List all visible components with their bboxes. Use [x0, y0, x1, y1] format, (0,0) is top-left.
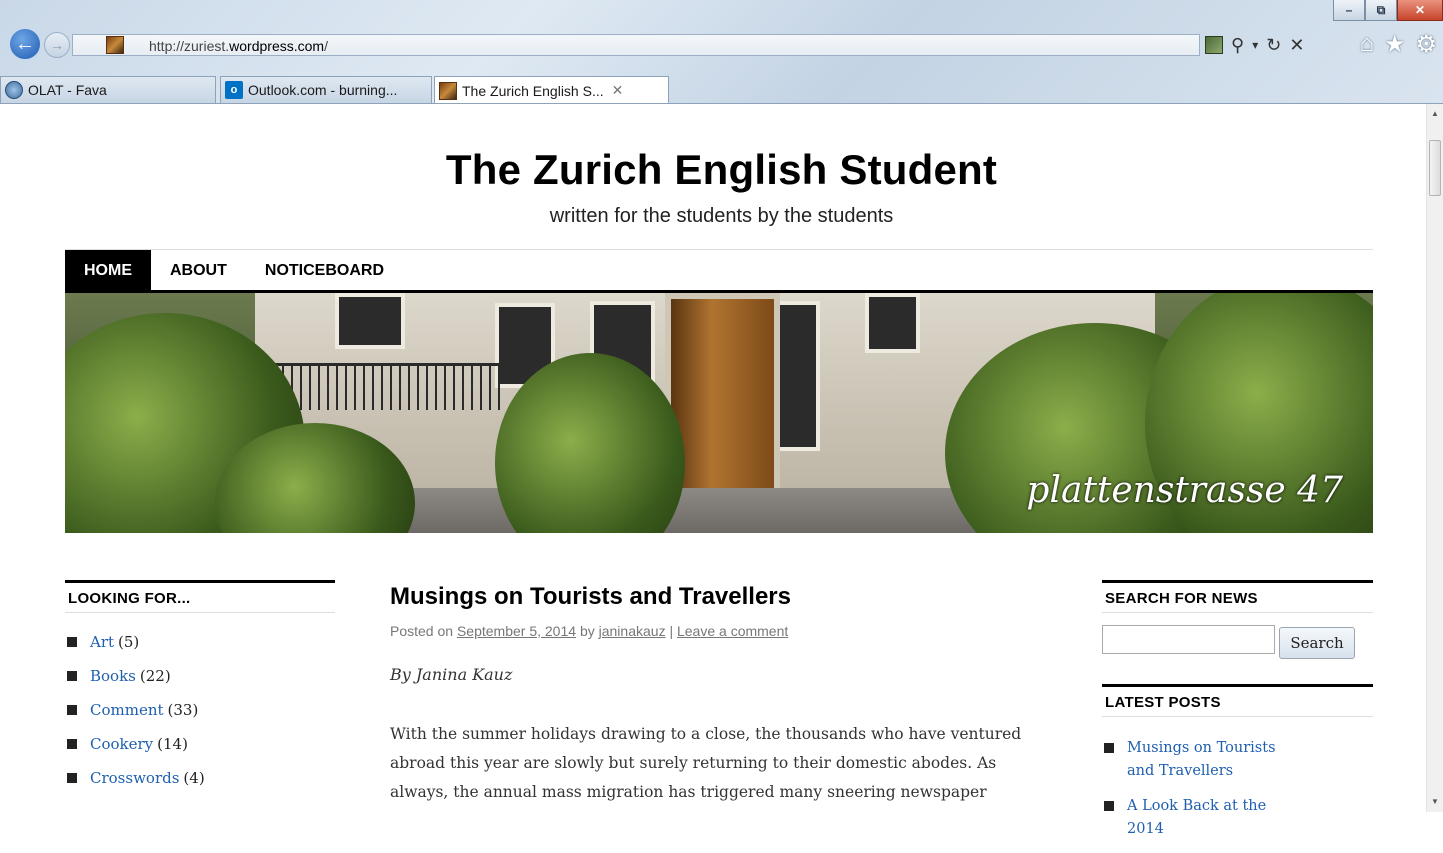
bullet-icon [67, 637, 77, 647]
favorites-star-icon[interactable]: ★ [1384, 30, 1406, 59]
latest-posts-widget-title: LATEST POSTS [1102, 684, 1373, 717]
post-body-line: With the summer holidays drawing to a cl… [390, 725, 1022, 743]
address-tools: ⚲ ▾ ↻ ✕ [1205, 34, 1331, 56]
minimize-button[interactable]: – [1333, 0, 1365, 21]
maximize-button[interactable]: ⧉ [1365, 0, 1397, 21]
compatibility-view-icon[interactable] [1205, 36, 1223, 54]
building-window [865, 293, 920, 353]
site-favicon-icon [439, 81, 457, 100]
url-host: http://zuriest. [149, 38, 230, 54]
latest-post-link[interactable]: A Look Back at the 2014 [1127, 795, 1287, 841]
dropdown-icon[interactable]: ▾ [1252, 38, 1258, 52]
list-item: A Look Back at the 2014 [1102, 795, 1287, 841]
home-icon[interactable]: ⌂ [1359, 30, 1374, 59]
category-link[interactable]: Crosswords [90, 769, 179, 787]
menu-item-about[interactable]: ABOUT [151, 250, 246, 290]
bullet-icon [1104, 743, 1114, 753]
bullet-icon [67, 705, 77, 715]
search-input[interactable] [1102, 625, 1275, 654]
category-link[interactable]: Art [90, 633, 114, 651]
category-count: (33) [167, 701, 199, 719]
close-tab-icon[interactable]: ✕ [612, 82, 624, 99]
bullet-icon [67, 739, 77, 749]
back-arrow-icon: ← [15, 32, 35, 55]
bullet-icon [1104, 801, 1114, 811]
refresh-icon[interactable]: ↻ [1266, 35, 1281, 56]
post-meta: Posted on September 5, 2014 by janinakau… [390, 623, 788, 639]
posted-on-label: Posted on [390, 623, 454, 639]
post-date-link[interactable]: September 5, 2014 [457, 623, 576, 639]
site-favicon-icon [106, 36, 124, 54]
browser-chrome: – ⧉ ✕ ← → http://zuriest.wordpress.com/ … [0, 0, 1443, 104]
building-window [335, 293, 405, 349]
post-title[interactable]: Musings on Tourists and Travellers [390, 583, 791, 611]
menu-item-home[interactable]: HOME [65, 250, 151, 290]
bullet-icon [67, 671, 77, 681]
scroll-down-icon[interactable]: ▼ [1427, 794, 1443, 810]
list-item: Crosswords (4) [65, 769, 205, 803]
list-item: Art (5) [65, 633, 205, 667]
leave-comment-link[interactable]: Leave a comment [677, 623, 788, 639]
site-title[interactable]: The Zurich English Student [0, 146, 1443, 194]
forward-arrow-icon: → [50, 37, 64, 53]
category-link[interactable]: Books [90, 667, 136, 685]
tab-outlook[interactable]: o Outlook.com - burning... [220, 76, 432, 103]
tab-label: The Zurich English S... [462, 82, 604, 99]
list-item: Cookery (14) [65, 735, 205, 769]
outlook-icon: o [225, 81, 243, 99]
post-body: With the summer holidays drawing to a cl… [390, 720, 1090, 807]
category-link[interactable]: Comment [90, 701, 164, 719]
stop-icon[interactable]: ✕ [1289, 35, 1304, 56]
address-bar[interactable]: http://zuriest.wordpress.com/ [72, 34, 1200, 56]
category-count: (22) [139, 667, 171, 685]
olat-icon [5, 81, 23, 99]
site-description: written for the students by the students [549, 205, 894, 227]
by-label: by [579, 623, 595, 639]
bullet-icon [67, 773, 77, 783]
header-image: plattenstrasse 47 [65, 293, 1373, 533]
post-body-line: abroad this year are slowly but surely r… [390, 754, 997, 772]
tab-strip: OLAT - Fava o Outlook.com - burning... T… [0, 76, 1443, 104]
menu-item-noticeboard[interactable]: NOTICEBOARD [246, 250, 403, 290]
settings-gear-icon[interactable]: ⚙ [1415, 30, 1437, 59]
category-count: (4) [183, 769, 205, 787]
search-button[interactable]: Search [1279, 627, 1355, 659]
close-window-button[interactable]: ✕ [1397, 0, 1443, 21]
scroll-up-icon[interactable]: ▲ [1427, 106, 1443, 122]
search-widget-title: SEARCH FOR NEWS [1102, 580, 1373, 613]
post-body-line: always, the annual mass migration has tr… [390, 783, 987, 801]
back-button[interactable]: ← [8, 27, 42, 61]
list-item: Books (22) [65, 667, 205, 701]
category-count: (5) [118, 633, 140, 651]
categories-widget-title: LOOKING FOR... [65, 580, 335, 613]
tab-zurich-english-student[interactable]: The Zurich English S... ✕ [434, 76, 669, 104]
window-controls: – ⧉ ✕ [1333, 0, 1443, 21]
url-path: / [324, 38, 328, 54]
tab-label: OLAT - Fava [28, 82, 107, 98]
post-byline: By Janina Kauz [390, 665, 513, 684]
tab-olat[interactable]: OLAT - Fava [0, 76, 216, 103]
address-url[interactable]: http://zuriest.wordpress.com/ [149, 38, 328, 54]
meta-separator: | [669, 623, 674, 639]
categories-list: Art (5) Books (22) Comment (33) Cookery (14)… [65, 633, 205, 803]
forward-button[interactable]: → [44, 32, 70, 58]
header-image-caption: plattenstrasse 47 [1026, 470, 1343, 511]
list-item: Comment (33) [65, 701, 205, 735]
search-icon[interactable]: ⚲ [1231, 35, 1244, 56]
latest-post-link[interactable]: Musings on Tourists and Travellers [1127, 737, 1287, 783]
main-menu: HOME ABOUT NOTICEBOARD [65, 250, 1373, 290]
list-item: Musings on Tourists and Travellers [1102, 737, 1287, 783]
url-domain: wordpress.com [229, 38, 325, 54]
latest-posts-list: Musings on Tourists and Travellers A Loo… [1102, 737, 1287, 853]
browser-toolbar: ⌂ ★ ⚙ [1359, 30, 1437, 59]
tab-label: Outlook.com - burning... [248, 82, 398, 98]
author-link[interactable]: janinakauz [599, 623, 666, 639]
category-link[interactable]: Cookery [90, 735, 153, 753]
category-count: (14) [157, 735, 188, 753]
